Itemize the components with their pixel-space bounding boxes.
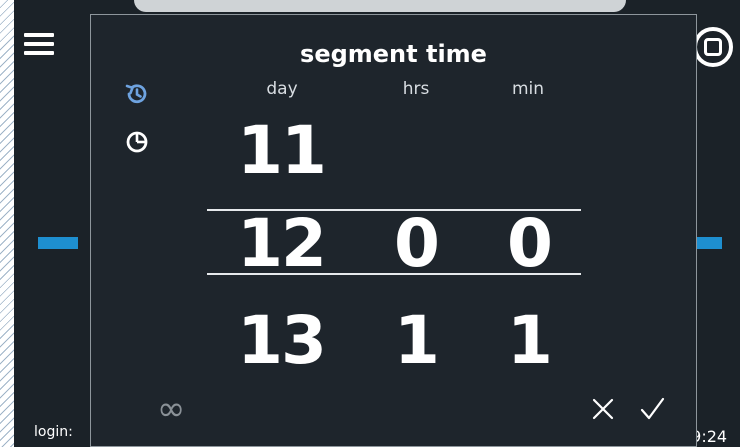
min-next-value[interactable]: 1 bbox=[474, 308, 584, 374]
day-selected-value[interactable]: 12 bbox=[226, 211, 336, 277]
menu-icon[interactable] bbox=[24, 33, 54, 55]
column-header-hrs: hrs bbox=[402, 79, 430, 99]
day-prev-value[interactable]: 11 bbox=[226, 118, 336, 184]
top-status-bar bbox=[134, 0, 626, 12]
dialog-title: segment time bbox=[300, 40, 487, 68]
column-header-day: day bbox=[266, 79, 298, 99]
selection-line-top bbox=[207, 209, 581, 211]
day-next-value[interactable]: 13 bbox=[226, 308, 336, 374]
program-segment-bar-left bbox=[38, 237, 78, 249]
history-icon[interactable] bbox=[124, 81, 150, 107]
close-icon[interactable] bbox=[589, 395, 617, 423]
device-screen: login: 59:24 segment time day hrs min 11… bbox=[14, 0, 740, 447]
timer-icon[interactable] bbox=[124, 128, 150, 154]
stop-icon bbox=[704, 38, 722, 56]
infinity-icon[interactable]: ∞ bbox=[157, 392, 185, 426]
stop-button[interactable] bbox=[693, 27, 733, 67]
hrs-selected-value[interactable]: 0 bbox=[361, 211, 471, 277]
segment-time-dialog: segment time day hrs min 11 12 13 0 1 0 … bbox=[90, 14, 697, 447]
column-header-min: min bbox=[511, 79, 545, 99]
check-icon[interactable] bbox=[638, 395, 666, 423]
login-label[interactable]: login: bbox=[34, 424, 73, 440]
min-selected-value[interactable]: 0 bbox=[474, 211, 584, 277]
hrs-next-value[interactable]: 1 bbox=[361, 308, 471, 374]
selection-line-bottom bbox=[207, 273, 581, 275]
background-hatching bbox=[0, 0, 14, 447]
